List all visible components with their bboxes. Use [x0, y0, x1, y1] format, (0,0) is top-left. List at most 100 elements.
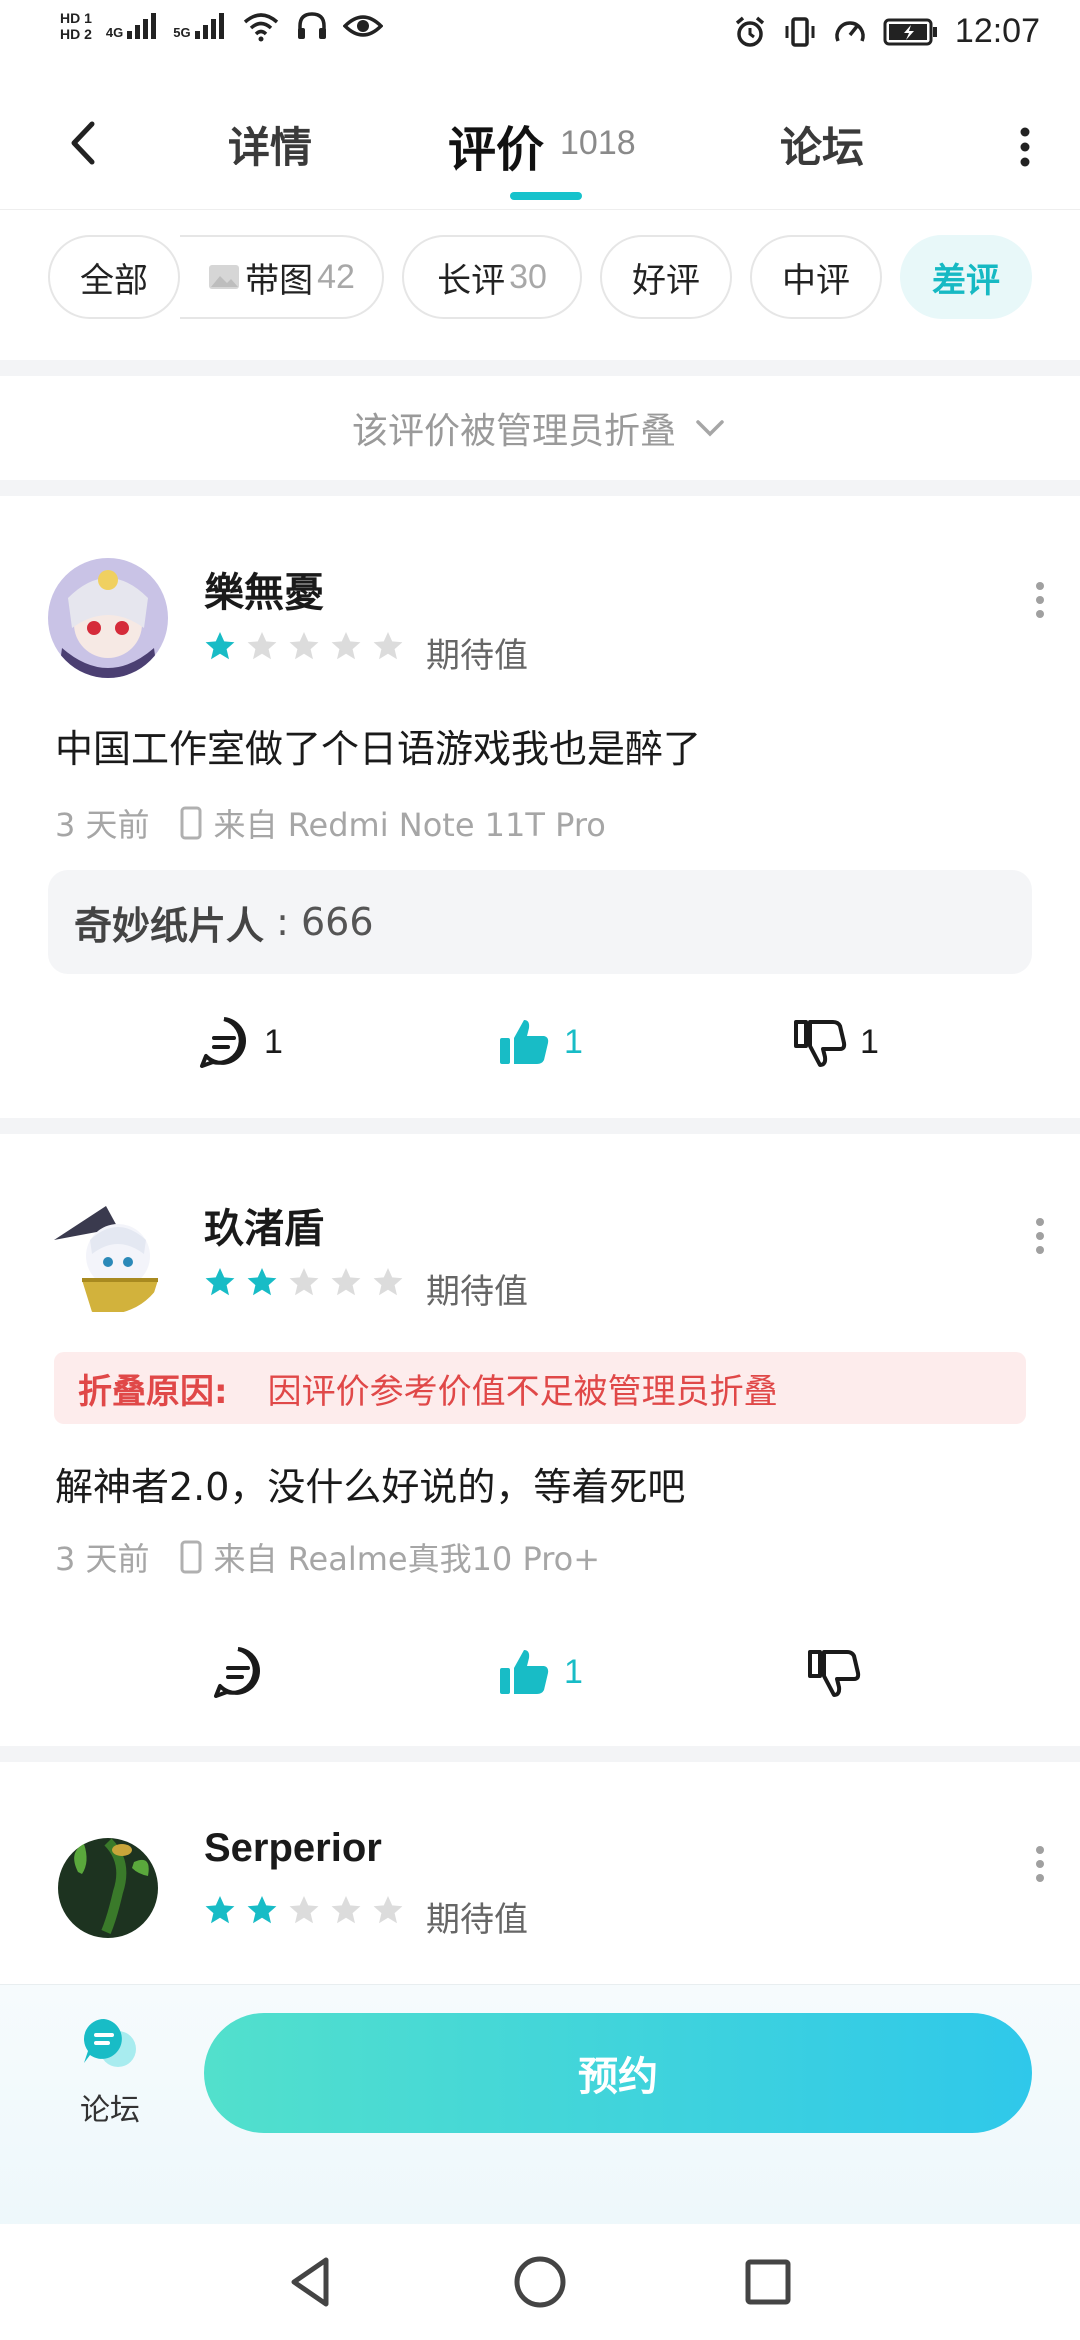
chevron-down-icon — [696, 420, 724, 437]
review-meta: 3 天前 来自 Redmi Note 11T Pro — [55, 800, 606, 846]
comment-icon — [214, 1647, 260, 1698]
filter-negative-label: 差评 — [932, 260, 1000, 301]
username[interactable]: 樂無憂 — [204, 560, 324, 618]
star-icon — [331, 1896, 361, 1924]
square-recents-icon — [745, 2259, 791, 2305]
dislike-button[interactable]: 1 — [792, 1014, 879, 1070]
comment-button[interactable]: 1 — [196, 1014, 283, 1070]
tab-reviews[interactable]: 评价 — [448, 110, 544, 180]
dislike-button[interactable] — [806, 1644, 862, 1700]
thumbs-down-icon — [808, 1650, 861, 1697]
tab-forum[interactable]: 论坛 — [780, 114, 864, 175]
headphones-icon — [297, 12, 326, 39]
star-icon — [205, 1268, 235, 1296]
like-count: 1 — [564, 1022, 583, 1061]
review-more-button[interactable] — [1030, 1834, 1050, 1894]
review-device: 来自 Realme真我10 Pro+ — [213, 1540, 601, 1578]
divider — [0, 360, 1080, 376]
folded-review-toggle[interactable]: 该评价被管理员折叠 — [0, 376, 1080, 480]
filter-all[interactable]: 全部 — [48, 235, 180, 319]
hd-indicator: HD 1 HD 2 — [60, 10, 92, 42]
filter-with-image[interactable]: 带图 42 — [180, 235, 384, 319]
like-button[interactable]: 1 — [496, 1644, 583, 1700]
reply-preview[interactable]: 奇妙纸片人 : 666 — [48, 870, 1032, 974]
comment-count: 1 — [264, 1022, 283, 1061]
eye-icon — [342, 15, 383, 37]
star-icon — [331, 1268, 361, 1296]
fold-reason-text: 因评价参考价值不足被管理员折叠 — [267, 1371, 778, 1412]
avatar[interactable] — [48, 1194, 168, 1314]
nav-recents-button[interactable] — [736, 2250, 800, 2314]
filter-with-image-label: 带图 — [245, 260, 314, 301]
forum-shortcut-button[interactable]: 论坛 — [60, 2015, 160, 2155]
review-time: 3 天前 — [55, 1540, 150, 1578]
nav-back-button[interactable] — [280, 2250, 344, 2314]
star-icon — [247, 1896, 277, 1924]
star-icon — [331, 632, 361, 660]
review-time: 3 天前 — [55, 806, 150, 844]
star-icon — [289, 632, 319, 660]
filter-neutral-label: 中评 — [782, 260, 850, 301]
hd1-label: HD 1 — [60, 10, 92, 26]
wifi-icon — [243, 13, 278, 42]
username[interactable]: 玖渚盾 — [204, 1196, 324, 1254]
thumbs-up-icon — [500, 1020, 549, 1064]
more-options-button[interactable] — [1010, 112, 1040, 182]
divider — [0, 1746, 1080, 1762]
filter-neutral[interactable]: 中评 — [750, 235, 882, 319]
filter-long-label: 长评 — [437, 260, 506, 301]
rating-label: 期待值 — [426, 636, 528, 676]
review-more-button[interactable] — [1030, 570, 1050, 630]
username[interactable]: Serperior — [204, 1826, 382, 1871]
status-bar: HD 1 HD 2 4G 5G 12:07 — [0, 0, 1080, 80]
filter-positive[interactable]: 好评 — [600, 235, 732, 319]
fold-reason-label: 折叠原因: — [78, 1371, 228, 1412]
review-filter-bar: 全部 带图 42 长评 30 好评 中评 差评 — [0, 210, 1080, 360]
star-icon — [289, 1268, 319, 1296]
comment-button[interactable] — [210, 1644, 266, 1700]
filter-positive-label: 好评 — [632, 260, 700, 301]
cell-signal-icon: 4G — [106, 11, 159, 41]
filter-long[interactable]: 长评 30 — [402, 235, 582, 319]
reply-separator: : — [264, 900, 301, 944]
thumbs-up-icon — [500, 1650, 549, 1694]
vertical-dots-icon — [1020, 127, 1030, 167]
dislike-count: 1 — [860, 1022, 879, 1061]
star-icon — [247, 632, 277, 660]
review-meta: 3 天前 来自 Realme真我10 Pro+ — [55, 1534, 600, 1580]
speed-icon — [835, 20, 865, 42]
vibrate-icon — [785, 16, 815, 47]
review-more-button[interactable] — [1030, 1206, 1050, 1266]
vertical-dots-icon — [1036, 582, 1044, 618]
top-nav: 详情 评价 1018 论坛 — [0, 80, 1080, 210]
thumbs-down-icon — [794, 1020, 847, 1067]
review-content[interactable]: 中国工作室做了个日语游戏我也是醉了 — [55, 718, 701, 773]
net2-label: 5G — [173, 25, 191, 40]
rating-label: 期待值 — [426, 1272, 528, 1312]
reply-username: 奇妙纸片人 — [74, 903, 265, 948]
star-icon — [373, 1896, 403, 1924]
reserve-button[interactable]: 预约 — [204, 2013, 1032, 2133]
filter-negative[interactable]: 差评 — [900, 235, 1032, 319]
review-content[interactable]: 解神者2.0，没什么好说的，等着死吧 — [55, 1456, 685, 1511]
avatar[interactable] — [48, 558, 168, 678]
rating-stars — [204, 1894, 404, 1926]
nav-home-button[interactable] — [508, 2250, 572, 2314]
avatar[interactable] — [48, 1822, 168, 1942]
star-icon — [247, 1268, 277, 1296]
image-icon — [209, 265, 240, 289]
like-count: 1 — [564, 1652, 583, 1691]
fold-reason-banner: 折叠原因: 因评价参考价值不足被管理员折叠 — [54, 1352, 1026, 1424]
clock: 12:07 — [954, 12, 1040, 50]
bottom-action-bar: 论坛 预约 — [0, 1984, 1080, 2224]
forum-chat-icon — [84, 2019, 136, 2067]
back-button[interactable] — [50, 108, 120, 178]
like-button[interactable]: 1 — [496, 1014, 583, 1070]
battery-icon — [883, 18, 937, 45]
hd2-label: HD 2 — [60, 26, 92, 42]
tab-details[interactable]: 详情 — [228, 114, 312, 175]
comment-icon — [200, 1017, 246, 1068]
filter-all-label: 全部 — [80, 260, 148, 301]
phone-icon — [180, 806, 202, 840]
reviews-count: 1018 — [560, 124, 636, 162]
